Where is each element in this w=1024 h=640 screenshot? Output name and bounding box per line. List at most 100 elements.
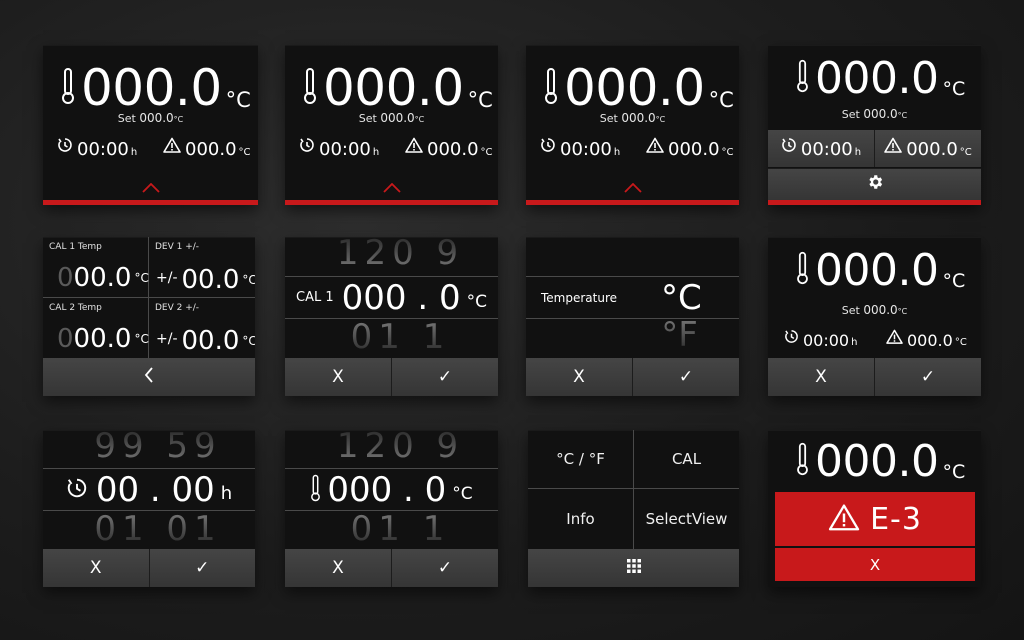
select-view-button[interactable]: SelectView	[634, 489, 739, 549]
alarm-display: 000.0 °C	[646, 137, 734, 160]
timer-button[interactable]: 00:00 h	[768, 130, 875, 167]
menu-button[interactable]	[528, 549, 739, 587]
setpoint-line: Set 000.0°C	[285, 111, 498, 125]
alarm-unit: °C	[959, 147, 972, 158]
cal2-digit-dim: 0	[57, 324, 74, 354]
timer-value: 00:00	[800, 139, 853, 160]
thermometer-icon	[544, 67, 558, 109]
close-icon: X	[573, 367, 585, 387]
calibration-picker-panel: 120 9 CAL 1 000 . 0 °C 01 1 X ✓	[285, 237, 498, 396]
roller-selected[interactable]: 000 . 0 °C	[285, 469, 498, 510]
roller-above: 99 59	[94, 430, 222, 466]
timer-icon	[66, 477, 88, 503]
setpoint-value: 000.0	[863, 107, 898, 121]
roller-selected[interactable]: CAL 1 000 . 0 °C	[285, 277, 498, 318]
cal1-digits: 00.0	[73, 263, 132, 293]
timer-display: 00:00 h	[57, 137, 137, 160]
timer-display: 00:00 h	[784, 329, 857, 350]
cancel-button[interactable]: X	[285, 549, 392, 587]
temperature-display: 000.0 °C	[796, 440, 965, 484]
alarm-unit: °C	[954, 337, 967, 348]
chevron-up-icon[interactable]	[141, 178, 160, 197]
timer-icon	[540, 137, 560, 160]
check-icon: ✓	[437, 558, 453, 578]
accent-bar	[526, 200, 739, 205]
dev2-sign: +/-	[156, 331, 178, 347]
setpoint-value: 000.0	[139, 111, 174, 125]
confirm-button[interactable]: ✓	[149, 549, 255, 587]
cal-button[interactable]: CAL	[634, 430, 739, 488]
temperature-display: 000.0 °C	[544, 63, 734, 113]
action-row: X ✓	[43, 549, 255, 587]
dev2-value[interactable]: +/- 00.0 °C	[156, 326, 255, 354]
timer-icon	[299, 137, 319, 160]
cal2-unit: °C	[134, 332, 149, 346]
cancel-button[interactable]: X	[285, 358, 392, 396]
alarm-display: 000.0 °C	[884, 137, 972, 160]
info-button[interactable]: Info	[528, 489, 633, 549]
timer-unit: h	[130, 147, 138, 158]
timer-unit: h	[613, 147, 621, 158]
home-confirm-panel: 000.0 °C Set 000.0°C 00:00 h 000.0 °C X ✓	[768, 237, 981, 396]
action-row: X ✓	[768, 358, 981, 396]
cancel-button[interactable]: X	[526, 358, 633, 396]
cal2-label: CAL 2 Temp	[49, 303, 102, 313]
confirm-button[interactable]: ✓	[633, 358, 739, 396]
warning-icon	[884, 137, 906, 160]
accent-bar	[768, 200, 981, 205]
thermometer-icon	[796, 442, 809, 480]
unit-selected-row[interactable]: Temperature °C	[526, 277, 739, 318]
temperature-label: Temperature	[541, 290, 618, 305]
setpoint-label: Set	[599, 112, 618, 125]
confirm-button[interactable]: ✓	[392, 549, 498, 587]
action-row: X ✓	[526, 358, 739, 396]
menu-panel: °C / °F CAL Info SelectView	[528, 430, 739, 587]
timer-unit: h	[854, 147, 862, 158]
grid-icon	[626, 558, 641, 578]
settings-button[interactable]	[768, 169, 981, 200]
dev2-digits: 00.0	[181, 326, 240, 356]
action-row: X ✓	[285, 358, 498, 396]
settings-row	[768, 168, 981, 200]
dev2-label: DEV 2 +/-	[155, 303, 200, 313]
dev1-digits: 00.0	[181, 265, 240, 295]
timer-unit: h	[220, 483, 233, 504]
check-icon: ✓	[920, 367, 936, 387]
setpoint-label: Set	[841, 108, 860, 121]
thermometer-icon	[796, 59, 809, 97]
accent-bar	[285, 200, 498, 205]
cal2-digits: 00.0	[73, 324, 132, 354]
cancel-button[interactable]: X	[768, 358, 875, 396]
divider	[43, 297, 255, 298]
home-panel-expanded: 000.0 °C Set 000.0°C 00:00 h 000.0 °C	[768, 45, 981, 205]
cal2-value[interactable]: 0 00.0 °C	[57, 326, 149, 352]
unit-option-below[interactable]: °F	[526, 315, 739, 355]
setpoint-label: Set	[841, 304, 860, 317]
temperature-value: 000 . 0	[327, 469, 447, 510]
unit-toggle-button[interactable]: °C / °F	[528, 430, 633, 488]
check-icon: ✓	[678, 367, 694, 387]
calibration-overview-panel: CAL 1 Temp DEV 1 +/- 0 00.0 °C +/- 00.0 °C C…	[43, 237, 255, 396]
alarm-button[interactable]: 000.0 °C	[875, 130, 981, 167]
cancel-button[interactable]: X	[43, 549, 150, 587]
temperature-unit: °C	[942, 78, 966, 100]
cal1-value[interactable]: 0 00.0 °C	[57, 265, 149, 291]
temperature-unit: °C	[467, 88, 493, 112]
unit-picker-panel: Temperature °C °F X ✓	[526, 237, 739, 396]
roller-above: 120 9	[336, 430, 465, 466]
setpoint-label: Set	[358, 112, 377, 125]
thermometer-icon	[303, 67, 317, 109]
confirm-button[interactable]: ✓	[875, 358, 981, 396]
error-dismiss-button[interactable]: X	[775, 548, 975, 581]
temperature-value: 000.0	[323, 59, 464, 117]
thermometer-icon	[310, 474, 321, 506]
chevron-up-icon[interactable]	[623, 178, 642, 197]
chevron-up-icon[interactable]	[382, 178, 401, 197]
back-button[interactable]	[43, 358, 255, 396]
temperature-unit: °C	[942, 270, 966, 292]
confirm-button[interactable]: ✓	[392, 358, 498, 396]
dev1-value[interactable]: +/- 00.0 °C	[156, 265, 255, 293]
temperature-unit: °C	[452, 483, 473, 504]
timer-picker-panel: 99 59 00 . 00 h 01 01 X ✓	[43, 430, 255, 587]
roller-selected[interactable]: 00 . 00 h	[43, 469, 255, 510]
